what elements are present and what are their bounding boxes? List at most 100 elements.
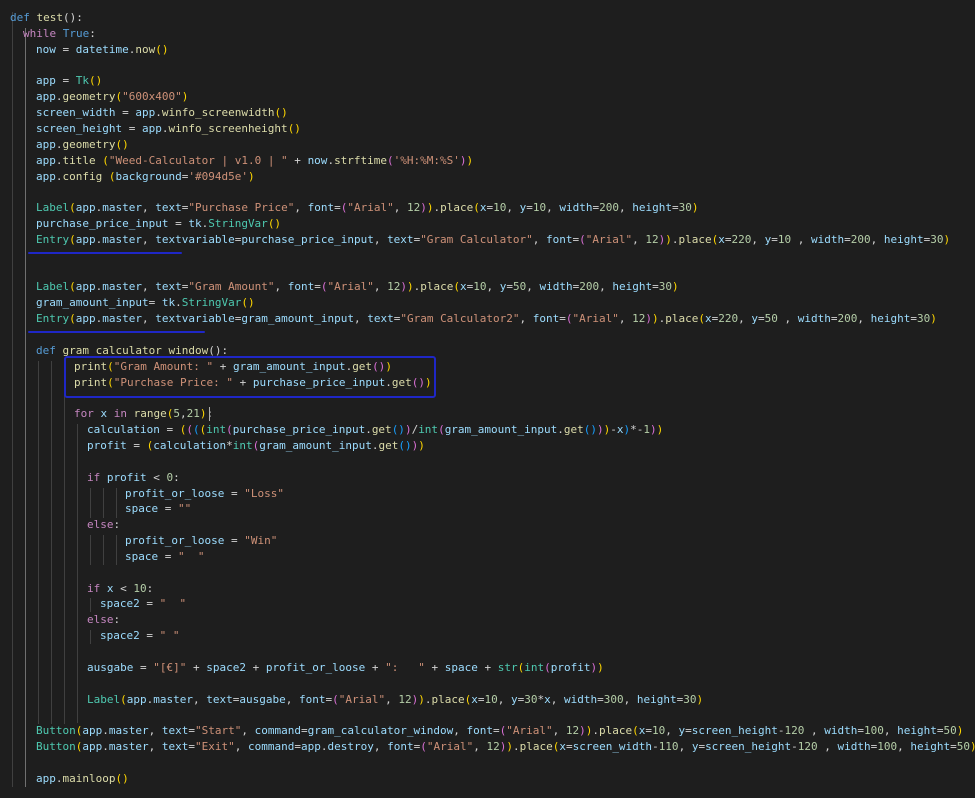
code-line: Label(app.master, text="Purchase Price",… xyxy=(36,200,698,216)
code-token: textvariable xyxy=(155,312,235,325)
code-token: test xyxy=(36,11,64,24)
code-token: x xyxy=(471,693,478,706)
code-line: Entry(app.master, textvariable=purchase_… xyxy=(36,232,950,248)
code-token: "Arial" xyxy=(426,740,474,753)
code-line: Label(app.master, text="Gram Amount", fo… xyxy=(36,279,679,295)
code-token: 10 xyxy=(484,693,498,706)
code-token: "Arial" xyxy=(572,312,619,325)
code-line: else: xyxy=(87,517,120,533)
code-token: = xyxy=(122,122,142,135)
code-token: app xyxy=(300,740,321,753)
code-token: ) xyxy=(652,312,659,325)
code-token: 10 xyxy=(777,233,792,246)
code-token: text xyxy=(155,201,182,214)
code-token: 5 xyxy=(173,407,180,420)
code-token: ) xyxy=(579,724,586,737)
code-token: 50 xyxy=(943,724,957,737)
code-token: 10 xyxy=(532,201,547,214)
code-token: . xyxy=(55,154,63,167)
code-token: ( xyxy=(438,423,445,436)
code-token: app xyxy=(75,312,96,325)
code-editor[interactable]: def test(): while True: now = datetime.now… xyxy=(0,0,975,798)
code-token: strftime xyxy=(334,154,388,167)
code-token: , xyxy=(473,740,487,753)
indent-guide xyxy=(103,535,104,565)
code-token: '#094d5e' xyxy=(188,170,248,183)
indent-guide xyxy=(90,598,91,612)
code-token: = xyxy=(685,724,692,737)
code-token: = xyxy=(652,280,659,293)
indent-guide xyxy=(90,535,91,565)
code-token: place xyxy=(599,724,633,737)
code-token: , xyxy=(373,280,388,293)
code-token: , xyxy=(393,201,407,214)
code-token: ) xyxy=(665,233,672,246)
code-token: = xyxy=(936,724,944,737)
code-token: command xyxy=(254,724,301,737)
code-token: . xyxy=(557,423,564,436)
code-token: 200 xyxy=(837,312,858,325)
code-token: profit xyxy=(106,471,147,484)
code-token: master xyxy=(102,233,142,246)
code-token: ( xyxy=(387,154,394,167)
code-line: if x < 10: xyxy=(87,581,153,597)
code-token: , xyxy=(274,280,288,293)
code-token: ) xyxy=(400,280,407,293)
code-token: * xyxy=(226,439,233,452)
code-token: width xyxy=(539,280,573,293)
code-token: . xyxy=(102,724,109,737)
code-line: calculation = ((((int(purchase_price_inp… xyxy=(87,422,663,438)
indent-guide xyxy=(90,630,91,644)
code-token: . xyxy=(175,296,182,309)
code-token: = xyxy=(148,296,162,309)
code-token: = xyxy=(139,597,160,610)
code-line: app.config (background='#094d5e') xyxy=(36,169,255,185)
code-token: "" xyxy=(178,502,192,515)
code-token: ) xyxy=(199,407,207,420)
code-line: app = Tk() xyxy=(36,73,102,89)
code-token: . xyxy=(365,423,372,436)
code-token: app xyxy=(36,170,56,183)
code-token: 200 xyxy=(579,280,600,293)
code-token: datetime xyxy=(75,43,129,56)
code-token: . xyxy=(512,740,520,753)
code-token: , xyxy=(857,312,871,325)
code-token: ) xyxy=(650,423,657,436)
code-token: + xyxy=(186,661,207,674)
code-token: screen_height xyxy=(705,740,792,753)
code-token: Label xyxy=(36,280,70,293)
code-token: , xyxy=(285,693,299,706)
code-token: "Purchase Price" xyxy=(188,201,295,214)
code-line: app.title ("Weed-Calculator | v1.0 | " +… xyxy=(36,153,473,169)
code-token: range xyxy=(133,407,167,420)
code-token: = xyxy=(158,502,178,515)
code-token: , xyxy=(526,280,540,293)
code-token: 10 xyxy=(652,724,666,737)
code-token: height xyxy=(632,201,672,214)
code-token: StringVar xyxy=(208,217,268,230)
code-token: = xyxy=(671,201,679,214)
code-token: width xyxy=(797,312,831,325)
code-token: ) xyxy=(696,693,704,706)
code-token: ( xyxy=(579,233,586,246)
code-token: . xyxy=(55,138,63,151)
code-token: + xyxy=(287,154,308,167)
code-token: = xyxy=(857,724,864,737)
code-token: , xyxy=(532,233,547,246)
code-token: gram_amount_input xyxy=(259,439,372,452)
code-token: 12 xyxy=(387,280,401,293)
code-token: gram_calculator_window xyxy=(307,724,454,737)
code-token: "Arial" xyxy=(327,280,374,293)
code-token: () xyxy=(398,439,412,452)
code-token: , xyxy=(665,724,679,737)
code-token: Button xyxy=(36,740,76,753)
code-token: 10 xyxy=(473,280,487,293)
code-token: get xyxy=(371,423,392,436)
code-token: ( xyxy=(69,312,76,325)
code-token: purchase_price_input xyxy=(232,423,366,436)
code-token: , xyxy=(678,740,692,753)
code-token: 12 xyxy=(645,233,659,246)
code-token: ) xyxy=(420,201,427,214)
